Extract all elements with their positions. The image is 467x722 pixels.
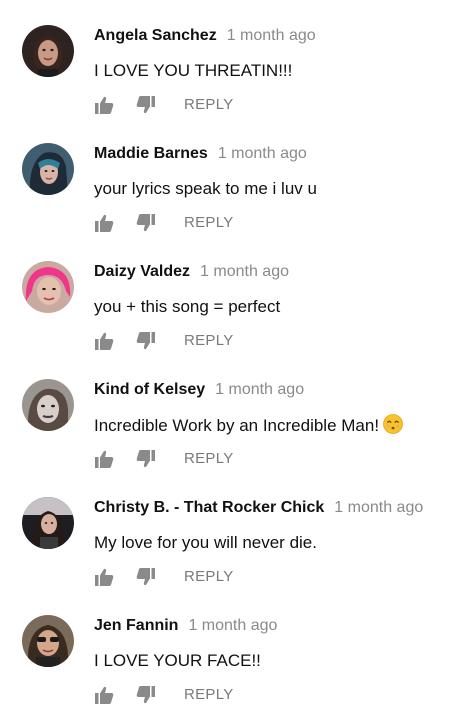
comment-time[interactable]: 1 month ago [227, 27, 316, 44]
avatar-image [22, 615, 74, 667]
avatar[interactable] [22, 143, 74, 195]
avatar[interactable] [22, 615, 74, 667]
comment-header: Angela Sanchez 1 month ago [94, 26, 316, 46]
avatar[interactable] [22, 25, 74, 77]
comment-text-content: Incredible Work by an Incredible Man! [94, 416, 380, 435]
comment-time[interactable]: 1 month ago [188, 617, 277, 634]
comment: Christy B. - That Rocker Chick 1 month ag… [0, 472, 467, 590]
comment-text: My love for you will never die. [94, 533, 317, 552]
thumbs-down-icon[interactable] [136, 567, 156, 587]
thumbs-up-icon[interactable] [94, 95, 114, 115]
comment-actions: REPLY [94, 212, 294, 234]
comment-header: Daizy Valdez 1 month ago [94, 262, 289, 282]
comment: Kind of Kelsey 1 month ago Incredible Wor… [0, 354, 467, 472]
comment: Maddie Barnes 1 month ago your lyrics spe… [0, 118, 467, 236]
thumbs-down-icon[interactable] [136, 331, 156, 351]
thumbs-up-icon[interactable] [94, 685, 114, 705]
thumbs-up-icon[interactable] [94, 567, 114, 587]
reply-button[interactable]: REPLY [184, 449, 234, 469]
reply-button[interactable]: REPLY [184, 567, 234, 587]
comment-header: Christy B. - That Rocker Chick 1 month ag… [94, 498, 423, 518]
comment: Angela Sanchez 1 month ago I LOVE YOU THR… [0, 0, 467, 118]
comment-text: I LOVE YOU THREATIN!!! [94, 61, 293, 80]
thumbs-down-icon[interactable] [136, 213, 156, 233]
comment-text: Incredible Work by an Incredible Man! [94, 414, 403, 440]
avatar-image [22, 261, 74, 313]
comment-text: you + this song = perfect [94, 297, 281, 316]
author-name[interactable]: Jen Fannin [94, 617, 178, 634]
avatar[interactable] [22, 379, 74, 431]
thumbs-up-icon[interactable] [94, 331, 114, 351]
avatar-image [22, 379, 74, 431]
comment: Jen Fannin 1 month ago I LOVE YOUR FACE!!… [0, 590, 467, 708]
avatar[interactable] [22, 497, 74, 549]
comment-text: I LOVE YOUR FACE!! [94, 651, 261, 670]
author-name[interactable]: Christy B. - That Rocker Chick [94, 499, 324, 516]
comment-text: your lyrics speak to me i luv u [94, 179, 317, 198]
avatar[interactable] [22, 261, 74, 313]
reply-button[interactable]: REPLY [184, 331, 234, 351]
comment-time[interactable]: 1 month ago [334, 499, 423, 516]
comment-header: Jen Fannin 1 month ago [94, 616, 277, 636]
avatar-image [22, 497, 74, 549]
author-name[interactable]: Angela Sanchez [94, 27, 217, 44]
author-name[interactable]: Maddie Barnes [94, 145, 208, 162]
comment-header: Maddie Barnes 1 month ago [94, 144, 307, 164]
comment-header: Kind of Kelsey 1 month ago [94, 380, 304, 400]
comment-actions: REPLY [94, 684, 294, 706]
reply-button[interactable]: REPLY [184, 213, 234, 233]
reply-button[interactable]: REPLY [184, 685, 234, 705]
reply-button[interactable]: REPLY [184, 95, 234, 115]
comment-time[interactable]: 1 month ago [218, 145, 307, 162]
smiling-kissing-emoji-icon [383, 414, 403, 440]
thumbs-down-icon[interactable] [136, 449, 156, 469]
thumbs-up-icon[interactable] [94, 213, 114, 233]
comment-actions: REPLY [94, 94, 294, 116]
comment-actions: REPLY [94, 448, 294, 470]
comment-time[interactable]: 1 month ago [200, 263, 289, 280]
thumbs-down-icon[interactable] [136, 95, 156, 115]
comment-time[interactable]: 1 month ago [215, 381, 304, 398]
avatar-image [22, 143, 74, 195]
comment: Daizy Valdez 1 month ago you + this song … [0, 236, 467, 354]
author-name[interactable]: Daizy Valdez [94, 263, 190, 280]
comment-actions: REPLY [94, 330, 294, 352]
thumbs-down-icon[interactable] [136, 685, 156, 705]
comment-actions: REPLY [94, 566, 294, 588]
thumbs-up-icon[interactable] [94, 449, 114, 469]
author-name[interactable]: Kind of Kelsey [94, 381, 205, 398]
avatar-image [22, 25, 74, 77]
